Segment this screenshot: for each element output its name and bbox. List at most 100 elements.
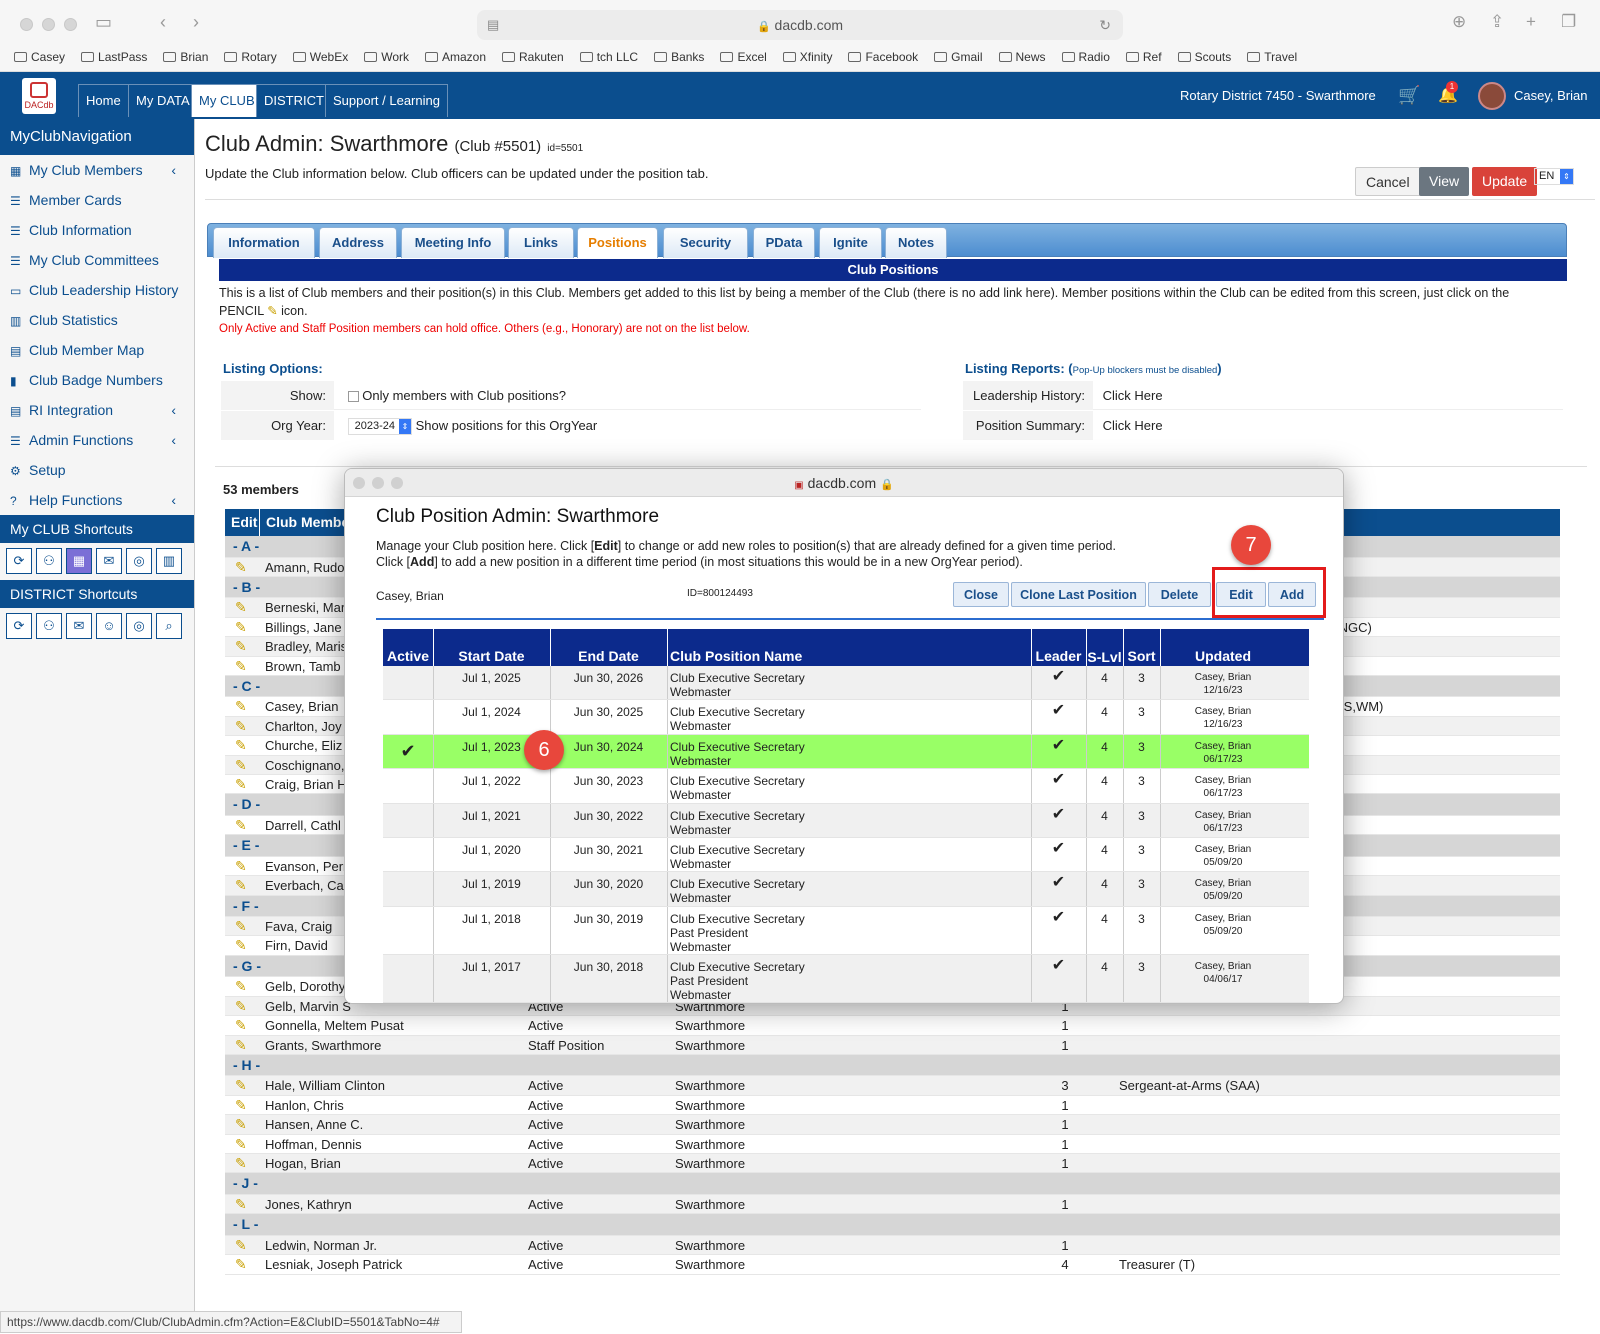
table-row[interactable]: ✎ Hogan, Brian Active Swarthmore 1 [225, 1153, 1560, 1174]
update-button[interactable]: Update [1472, 167, 1538, 196]
bookmark-4[interactable]: WebEx [292, 50, 348, 64]
new-tab-icon[interactable]: + [1526, 12, 1536, 32]
user-name[interactable]: Casey, Brian [1514, 72, 1587, 119]
member-name[interactable]: Lesniak, Joseph Patrick [265, 1255, 525, 1274]
pencil-icon[interactable]: ✎ [235, 1076, 247, 1095]
bookmark-7[interactable]: Rakuten [502, 50, 564, 64]
member-name[interactable]: Hoffman, Dennis [265, 1135, 525, 1154]
position-row[interactable]: Jul 1, 2017 Jun 30, 2018 Club Executive Se… [383, 954, 1309, 1003]
leadership-history-link[interactable]: Click Here [1103, 388, 1163, 403]
search-icon[interactable]: ⌕ [156, 613, 182, 639]
table-row[interactable]: ✎ Grants, Swarthmore Staff Position Swarthm… [225, 1035, 1560, 1055]
sidebar-item-my-club-members[interactable]: ▦ My Club Members ‹ [0, 155, 194, 185]
pencil-icon[interactable]: ✎ [235, 977, 247, 996]
sidebar-toggle-icon[interactable]: ▭ [95, 12, 112, 33]
bookmark-1[interactable]: LastPass [81, 50, 147, 64]
bookmark-0[interactable]: Casey [14, 50, 65, 64]
table-row[interactable]: ✎ Hoffman, Dennis Active Swarthmore 1 [225, 1135, 1560, 1154]
sidebar-item-member-cards[interactable]: ☰ Member Cards [0, 185, 194, 215]
tab-positions[interactable]: Positions [577, 227, 658, 258]
share-icon[interactable]: ⇪ [1490, 12, 1504, 32]
bookmark-3[interactable]: Rotary [224, 50, 277, 64]
member-name[interactable]: Hogan, Brian [265, 1154, 525, 1173]
refresh-icon[interactable]: ⟳ [6, 613, 32, 639]
pencil-icon[interactable]: ✎ [235, 1195, 247, 1214]
table-row[interactable]: ✎ Hanlon, Chris Active Swarthmore 1 [225, 1096, 1560, 1116]
member-name[interactable]: Gonnella, Meltem Pusat [265, 1016, 525, 1035]
download-icon[interactable]: ⊕ [1452, 12, 1466, 32]
bookmark-12[interactable]: Facebook [848, 50, 918, 64]
nav-my-club[interactable]: My CLUB [191, 84, 263, 117]
pencil-icon[interactable]: ✎ [235, 936, 247, 955]
position-row[interactable]: Jul 1, 2018 Jun 30, 2019 Club Executive Se… [383, 906, 1309, 955]
pencil-icon[interactable]: ✎ [235, 736, 247, 755]
pencil-icon[interactable]: ✎ [235, 1236, 247, 1255]
pencil-icon[interactable]: ✎ [235, 598, 247, 617]
bulletin-icon[interactable]: ▦ [66, 548, 92, 574]
chart-icon[interactable]: ▥ [156, 548, 182, 574]
table-row[interactable]: ✎ Hansen, Anne C. Active Swarthmore 1 [225, 1115, 1560, 1135]
bookmark-17[interactable]: Scouts [1177, 50, 1231, 64]
back-icon[interactable]: ‹ [160, 12, 166, 33]
dacdb-logo[interactable]: DACdb [22, 78, 56, 114]
pencil-icon[interactable]: ✎ [235, 1115, 247, 1134]
sidebar-item-club-leadership-history[interactable]: ▭ Club Leadership History [0, 275, 194, 305]
member-name[interactable]: Hale, William Clinton [265, 1076, 525, 1095]
avatar[interactable] [1478, 82, 1506, 110]
address-bar[interactable]: ▤ 🔒 dacdb.com ↻ [477, 10, 1123, 40]
pencil-icon[interactable]: ✎ [235, 1154, 247, 1173]
pencil-icon[interactable]: ✎ [235, 1135, 247, 1154]
tab-notes[interactable]: Notes [885, 227, 947, 258]
sidebar-item-ri-integration[interactable]: ▤ RI Integration ‹ [0, 395, 194, 425]
pencil-icon[interactable]: ✎ [235, 876, 247, 895]
pencil-icon[interactable]: ✎ [235, 1016, 247, 1035]
tab-meeting-info[interactable]: Meeting Info [401, 227, 505, 258]
pencil-icon[interactable]: ✎ [235, 657, 247, 676]
language-select[interactable]: EN ⇕ [1534, 168, 1574, 185]
bookmark-6[interactable]: Amazon [424, 50, 486, 64]
table-row[interactable]: ✎ Lesniak, Joseph Patrick Active Swarthmore… [225, 1255, 1560, 1275]
orgyear-select[interactable]: 2023-24 ⇕ [347, 418, 412, 436]
tab-ignite[interactable]: Ignite [819, 227, 882, 258]
position-row[interactable]: Jul 1, 2024 Jun 30, 2025 Club Executive Se… [383, 700, 1309, 735]
member-name[interactable]: Ledwin, Norman Jr. [265, 1236, 525, 1255]
bookmark-8[interactable]: tch LLC [579, 50, 638, 64]
bell-icon[interactable]: 🔔 [1438, 72, 1458, 119]
bookmark-18[interactable]: Travel [1247, 50, 1297, 64]
modal-window-controls[interactable] [353, 477, 403, 489]
position-row[interactable]: ✔ Jul 1, 2023 Jun 30, 2024 Club Executive S… [383, 734, 1309, 770]
sidebar-item-club-member-map[interactable]: ▤ Club Member Map [0, 335, 194, 365]
sidebar-item-help-functions[interactable]: ? Help Functions ‹ [0, 485, 194, 515]
pencil-icon[interactable]: ✎ [235, 775, 247, 794]
pencil-icon[interactable]: ✎ [235, 756, 247, 775]
nav-my-data[interactable]: My DATA [128, 84, 198, 117]
position-summary-link[interactable]: Click Here [1103, 418, 1163, 433]
cart-icon[interactable]: 🛒 [1398, 72, 1420, 119]
email-icon[interactable]: ✉ [66, 613, 92, 639]
position-row[interactable]: Jul 1, 2025 Jun 30, 2026 Club Executive Se… [383, 666, 1309, 701]
pencil-icon[interactable]: ✎ [235, 816, 247, 835]
reload-icon[interactable]: ↻ [1099, 10, 1111, 40]
bookmark-9[interactable]: Banks [654, 50, 704, 64]
bookmark-10[interactable]: Excel [720, 50, 767, 64]
pencil-icon[interactable]: ✎ [235, 637, 247, 656]
position-row[interactable]: Jul 1, 2020 Jun 30, 2021 Club Executive Se… [383, 837, 1309, 873]
pencil-icon[interactable]: ✎ [235, 997, 247, 1016]
pencil-icon[interactable]: ✎ [235, 1036, 247, 1055]
people-icon[interactable]: ☺ [96, 613, 122, 639]
tab-links[interactable]: Links [508, 227, 574, 258]
pencil-icon[interactable]: ✎ [235, 917, 247, 936]
nav-home[interactable]: Home [78, 84, 129, 117]
bookmark-14[interactable]: News [998, 50, 1046, 64]
bookmark-13[interactable]: Gmail [934, 50, 983, 64]
bookmark-2[interactable]: Brian [163, 50, 208, 64]
clone-last-position-button[interactable]: Clone Last Position [1011, 582, 1146, 607]
sidebar-item-club-statistics[interactable]: ▥ Club Statistics [0, 305, 194, 335]
nav-district[interactable]: DISTRICT [256, 84, 332, 117]
sidebar-item-setup[interactable]: ⚙ Setup [0, 455, 194, 485]
pencil-icon[interactable]: ✎ [235, 1096, 247, 1115]
bookmark-5[interactable]: Work [364, 50, 409, 64]
position-row[interactable]: Jul 1, 2019 Jun 30, 2020 Club Executive Se… [383, 872, 1309, 907]
sidebar-item-my-club-committees[interactable]: ☰ My Club Committees [0, 245, 194, 275]
delete-button[interactable]: Delete [1148, 582, 1211, 607]
